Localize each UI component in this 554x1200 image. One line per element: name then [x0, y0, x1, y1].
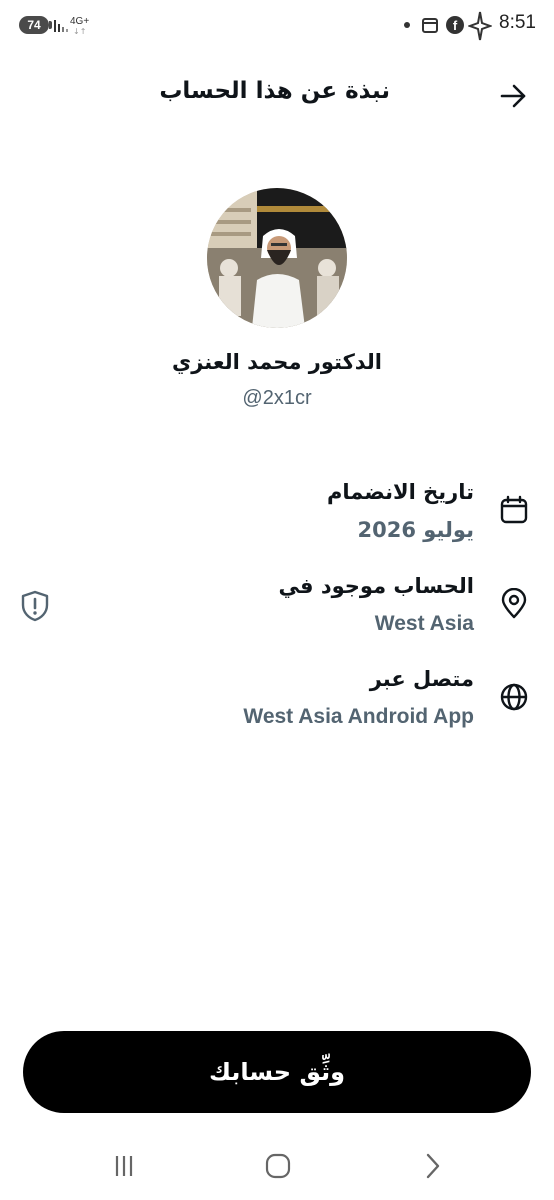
notification-dot-icon	[404, 22, 410, 28]
battery-tip	[49, 21, 52, 29]
svg-text:f: f	[453, 18, 458, 33]
location-pin-icon	[501, 588, 527, 619]
avatar[interactable]	[207, 188, 347, 328]
username: @2x1cr	[242, 387, 312, 409]
network-type-label: 4G+	[70, 16, 90, 27]
display-name: الدكتور محمد العنزي	[171, 350, 383, 374]
battery-indicator: 74	[19, 16, 49, 34]
join-date-value: يوليو 2026	[357, 518, 474, 542]
status-bar: 74 4G+ ↓↑ f 8:51	[0, 0, 554, 52]
account-location-value: West Asia	[374, 612, 474, 635]
join-date-label: تاريخ الانضمام	[327, 480, 474, 504]
data-arrows-icon: ↓↑	[73, 27, 87, 36]
calendar-notification-icon	[422, 18, 438, 33]
connected-via-label: متصل عبر	[369, 667, 474, 691]
nav-back-icon[interactable]	[413, 1150, 453, 1182]
account-location-label: الحساب موجود في	[278, 574, 474, 598]
shield-alert-icon[interactable]	[20, 590, 50, 622]
back-arrow-icon[interactable]	[496, 80, 532, 112]
signal-icon	[54, 20, 68, 32]
globe-icon	[500, 683, 528, 711]
sparkle-icon	[468, 11, 492, 41]
clock: 8:51	[499, 12, 536, 33]
facebook-icon: f	[446, 16, 464, 34]
verify-account-button[interactable]: وثِّق حسابك	[23, 1031, 531, 1113]
home-icon[interactable]	[258, 1150, 298, 1182]
recent-apps-icon[interactable]	[104, 1150, 144, 1182]
calendar-icon	[500, 495, 528, 524]
connected-via-value: West Asia Android App	[243, 705, 474, 728]
page-title: نبذة عن هذا الحساب	[159, 78, 390, 104]
